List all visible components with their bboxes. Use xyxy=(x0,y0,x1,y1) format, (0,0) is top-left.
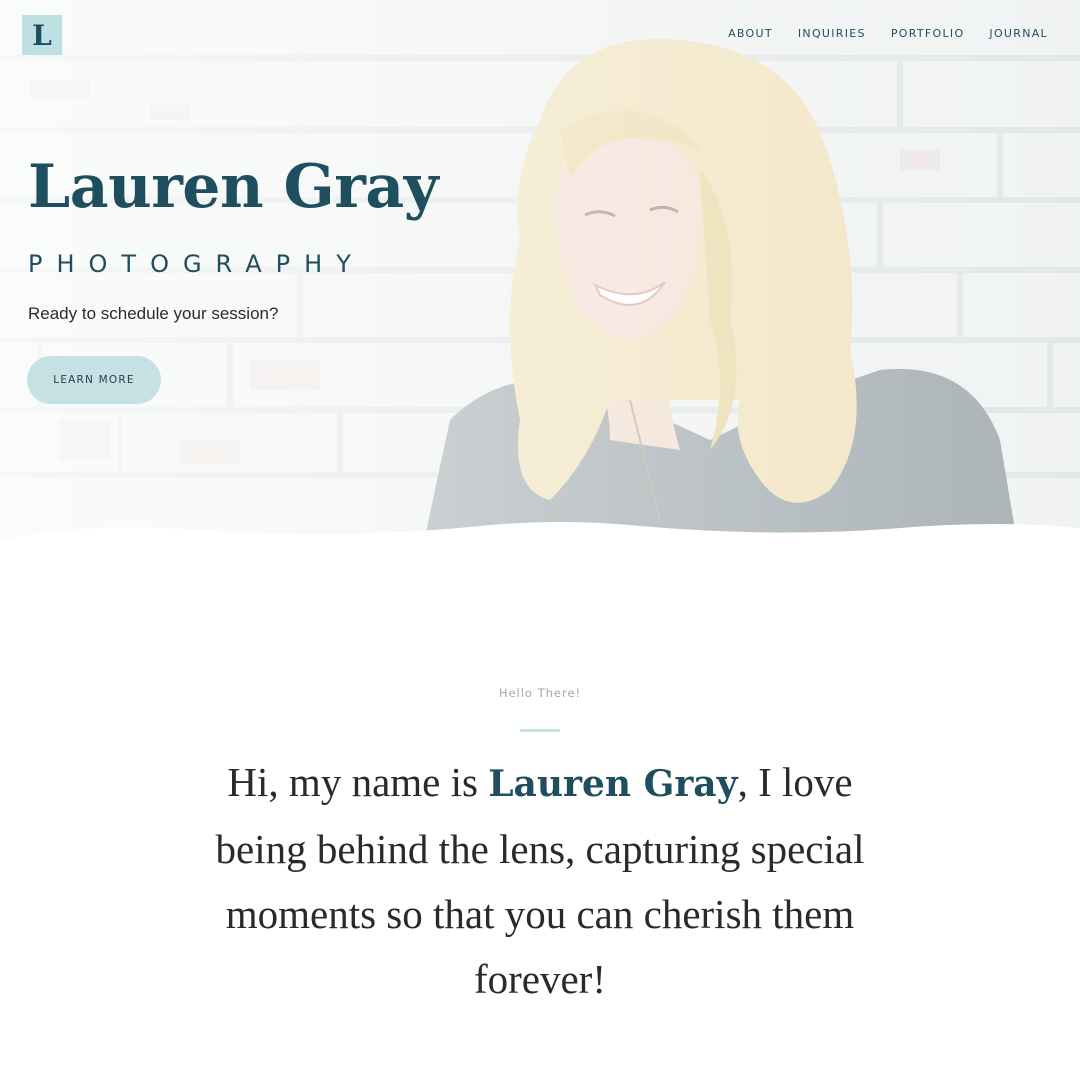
hero-subtitle: PHOTOGRAPHY xyxy=(28,250,365,278)
hero-overlay xyxy=(0,0,1080,560)
intro-text: Hi, my name is Lauren Gray, I love being… xyxy=(200,750,880,1012)
intro-text-before: Hi, my name is xyxy=(227,759,489,805)
learn-more-button[interactable]: LEARN MORE xyxy=(27,356,161,404)
intro-divider xyxy=(520,729,560,732)
main-nav: ABOUT INQUIRIES PORTFOLIO JOURNAL xyxy=(728,27,1048,40)
nav-portfolio[interactable]: PORTFOLIO xyxy=(891,27,965,40)
hero-title: Lauren Gray xyxy=(28,152,439,222)
hero-tagline: Ready to schedule your session? xyxy=(28,304,279,323)
nav-inquiries[interactable]: INQUIRIES xyxy=(798,27,866,40)
site-logo[interactable]: L xyxy=(22,15,62,55)
intro-eyebrow: Hello There! xyxy=(498,686,582,700)
intro-name: Lauren Gray xyxy=(488,763,738,805)
hero-section: L ABOUT INQUIRIES PORTFOLIO JOURNAL Laur… xyxy=(0,0,1080,560)
nav-journal[interactable]: JOURNAL xyxy=(989,27,1048,40)
nav-about[interactable]: ABOUT xyxy=(728,27,773,40)
wave-divider xyxy=(0,522,1080,560)
